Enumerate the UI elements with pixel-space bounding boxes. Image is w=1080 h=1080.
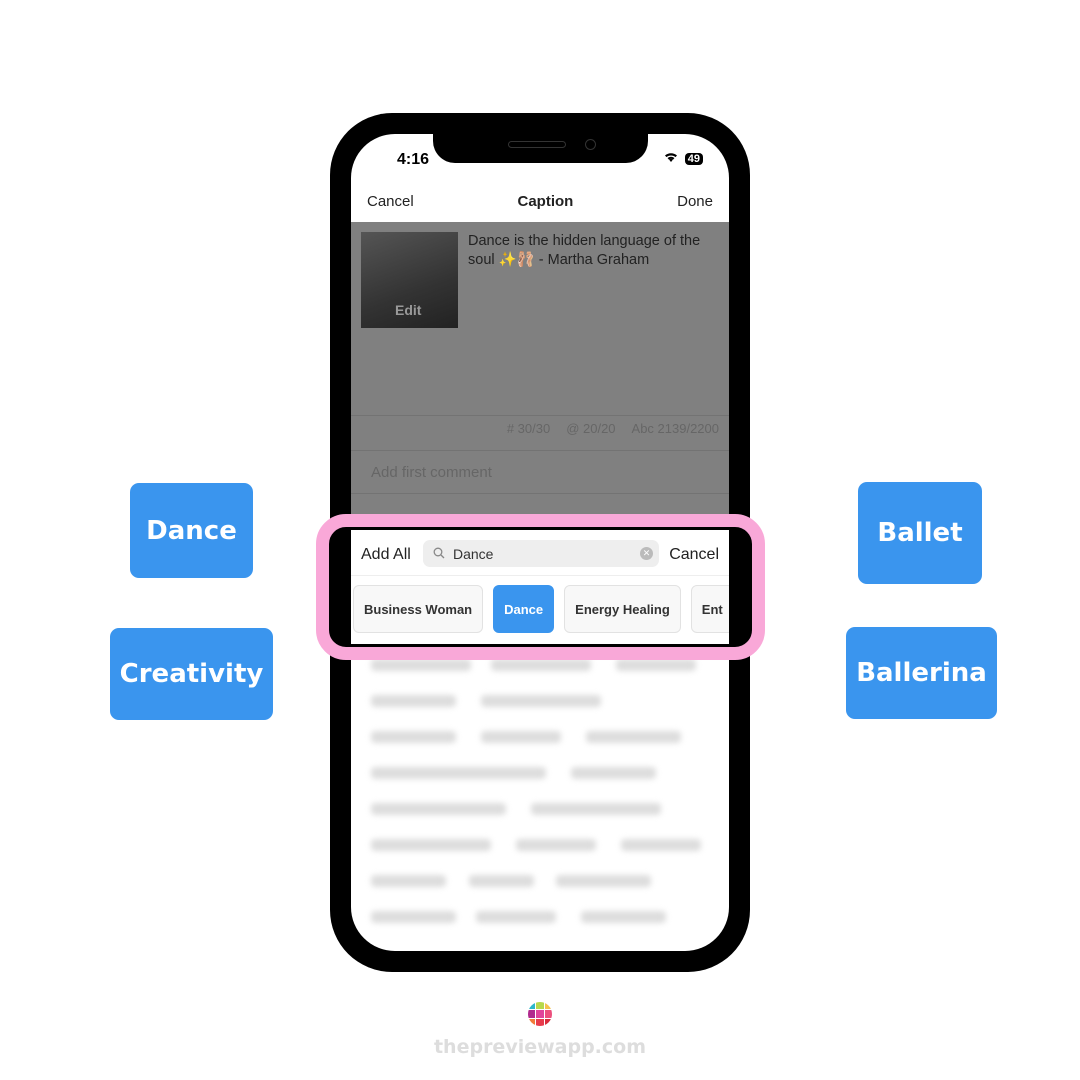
page-title: Caption — [517, 192, 574, 210]
clear-icon[interactable]: ✕ — [640, 547, 653, 560]
tag-ballet: Ballet — [858, 482, 982, 584]
status-icons: 49 — [663, 151, 703, 166]
search-cancel-button[interactable]: Cancel — [669, 546, 719, 564]
highlight-frame: Add All Dance ✕ Cancel Business Woman Da… — [316, 514, 765, 660]
chip-ent[interactable]: Ent — [690, 585, 729, 633]
chip-dance[interactable]: Dance — [493, 585, 555, 633]
post-thumbnail[interactable]: Edit — [361, 232, 458, 328]
caption-editor: Edit Dance is the hidden language of the… — [351, 222, 729, 517]
edit-label[interactable]: Edit — [395, 302, 421, 318]
mention-count: @ 20/20 — [566, 421, 616, 436]
cancel-button[interactable]: Cancel — [367, 193, 414, 210]
hashtag-group-chips: Business Woman Dance Energy Healing Ent — [353, 585, 729, 633]
nav-bar: Cancel Caption Done — [351, 180, 729, 222]
search-value: Dance — [453, 545, 494, 562]
preview-app-logo — [528, 1002, 552, 1026]
hashtag-count: # 30/30 — [506, 421, 551, 436]
counters: # 30/30 @ 20/20 Abc 2139/2200 — [507, 421, 719, 436]
hashtag-search-bar: Add All Dance ✕ Cancel Business Woman Da… — [351, 530, 729, 644]
tag-creativity: Creativity — [110, 628, 273, 720]
chip-energy-healing[interactable]: Energy Healing — [564, 585, 681, 633]
status-time: 4:16 — [397, 151, 430, 168]
tag-ballerina: Ballerina — [846, 627, 997, 719]
footer-site: thepreviewapp.com — [433, 1036, 647, 1058]
notch — [433, 134, 648, 163]
hashtag-search-input[interactable]: Dance ✕ — [423, 540, 659, 567]
wifi-icon — [663, 151, 679, 166]
chip-business-woman[interactable]: Business Woman — [353, 585, 484, 633]
first-comment-input[interactable]: Add first comment — [371, 464, 492, 481]
caption-text[interactable]: Dance is the hidden language of the soul… — [468, 232, 718, 270]
tag-dance: Dance — [130, 483, 253, 578]
add-all-button[interactable]: Add All — [361, 546, 411, 564]
battery-icon: 49 — [684, 152, 703, 165]
char-count: Abc 2139/2200 — [631, 421, 719, 436]
search-icon — [433, 546, 445, 562]
done-button[interactable]: Done — [677, 193, 713, 210]
